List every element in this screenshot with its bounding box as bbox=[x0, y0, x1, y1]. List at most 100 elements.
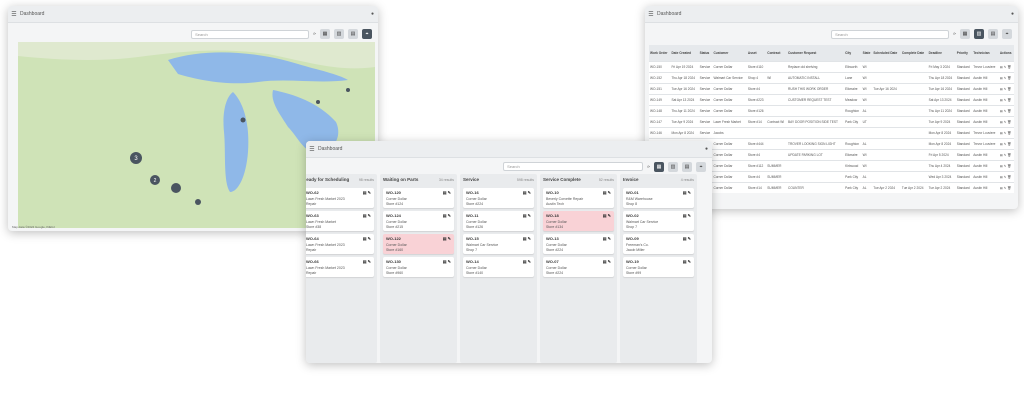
table-row[interactable]: WO-150 Fri Apr 19 2024 Service Corner Dolla… bbox=[649, 61, 1014, 73]
card-actions-icon[interactable]: ▤ ✎ bbox=[603, 190, 611, 195]
column-header[interactable]: Work Order bbox=[649, 45, 671, 62]
table-row[interactable]: WO-151 Tue Apr 16 2024 Service Corner Dolla… bbox=[649, 83, 1014, 95]
row-actions[interactable]: ▤ ✎ 🗑 bbox=[998, 61, 1014, 73]
column-header[interactable]: Priority bbox=[955, 45, 973, 62]
table-view-button[interactable]: ▦ bbox=[654, 161, 664, 172]
account-icon[interactable]: ● bbox=[705, 146, 708, 152]
card-actions-icon[interactable]: ▤ ✎ bbox=[683, 236, 691, 241]
row-actions[interactable]: ▤ ✎ 🗑 bbox=[998, 127, 1014, 139]
refresh-icon[interactable]: ⟳ bbox=[647, 165, 650, 169]
card-actions-icon[interactable]: ▤ ✎ bbox=[523, 213, 531, 218]
work-order-card[interactable]: WO-63 ▤ ✎ Lawn Fresh Market Store #38 bbox=[306, 211, 374, 231]
map-cluster[interactable]: 3 bbox=[130, 152, 142, 164]
card-actions-icon[interactable]: ▤ ✎ bbox=[683, 213, 691, 218]
card-actions-icon[interactable]: ▤ ✎ bbox=[443, 190, 451, 195]
column-header[interactable]: Technician bbox=[972, 45, 999, 62]
row-actions[interactable]: ▤ ✎ 🗑 bbox=[998, 105, 1014, 117]
refresh-icon[interactable]: ⟳ bbox=[953, 32, 956, 36]
column-header[interactable]: Customer Request bbox=[787, 45, 845, 62]
kanban-view-button[interactable]: ▥ bbox=[974, 29, 984, 39]
calendar-view-button[interactable]: ▤ bbox=[348, 29, 358, 39]
map-view-button[interactable]: ⌖ bbox=[1002, 29, 1012, 39]
work-order-card[interactable]: WO-120 ▤ ✎ Corner Dollar Store #124 bbox=[383, 188, 454, 208]
row-actions[interactable]: ▤ ✎ 🗑 bbox=[998, 83, 1014, 95]
map-pin[interactable] bbox=[316, 100, 320, 104]
column-header[interactable]: Status bbox=[698, 45, 713, 62]
column-header[interactable]: Deadline bbox=[927, 45, 956, 62]
row-actions[interactable]: ▤ ✎ 🗑 bbox=[998, 138, 1014, 150]
map-pin[interactable] bbox=[171, 183, 181, 193]
row-actions[interactable]: ▤ ✎ 🗑 bbox=[998, 94, 1014, 106]
card-actions-icon[interactable]: ▤ ✎ bbox=[523, 259, 531, 264]
card-actions-icon[interactable]: ▤ ✎ bbox=[443, 259, 451, 264]
card-actions-icon[interactable]: ▤ ✎ bbox=[603, 213, 611, 218]
map-view-button[interactable]: ⌖ bbox=[696, 161, 706, 172]
work-order-card[interactable]: WO-62 ▤ ✎ Lawn Fresh Market 2023 Repair bbox=[306, 188, 374, 208]
card-actions-icon[interactable]: ▤ ✎ bbox=[603, 259, 611, 264]
card-actions-icon[interactable]: ▤ ✎ bbox=[523, 190, 531, 195]
column-header[interactable]: Actions bbox=[998, 45, 1014, 62]
card-actions-icon[interactable]: ▤ ✎ bbox=[443, 213, 451, 218]
column-header[interactable]: City bbox=[844, 45, 862, 62]
map-view-button[interactable]: ⌖ bbox=[362, 29, 372, 39]
menu-icon[interactable]: ☰ bbox=[306, 146, 318, 153]
search-input[interactable]: Search bbox=[191, 29, 310, 39]
map-pin[interactable] bbox=[195, 199, 201, 205]
menu-icon[interactable]: ☰ bbox=[8, 11, 20, 18]
map-pin[interactable] bbox=[240, 117, 246, 123]
work-order-card[interactable]: WO-66 ▤ ✎ Lawn Fresh Market 2023 Repair bbox=[306, 257, 374, 277]
work-order-card[interactable]: WO-16 ▤ ✎ Corner Dollar Store #224 bbox=[463, 188, 534, 208]
row-actions[interactable]: ▤ ✎ 🗑 bbox=[998, 116, 1014, 128]
work-order-card[interactable]: WO-64 ▤ ✎ Lawn Fresh Market 2023 Repair bbox=[306, 234, 374, 254]
row-actions[interactable]: ▤ ✎ 🗑 bbox=[998, 182, 1014, 193]
work-order-card[interactable]: WO-13 ▤ ✎ Corner Dollar Store #224 bbox=[543, 234, 614, 254]
work-order-card[interactable]: WO-11 ▤ ✎ Corner Dollar Store #126 bbox=[463, 211, 534, 231]
row-actions[interactable]: ▤ ✎ 🗑 bbox=[998, 72, 1014, 84]
work-order-card[interactable]: WO-122 ▤ ✎ Corner Dollar Store #160 bbox=[383, 234, 454, 254]
work-order-card[interactable]: WO-09 ▤ ✎ Freeman's Co. Jacob Miller bbox=[623, 234, 694, 254]
column-header[interactable]: Scheduled Date bbox=[872, 45, 901, 62]
calendar-view-button[interactable]: ▤ bbox=[988, 29, 998, 39]
card-actions-icon[interactable]: ▤ ✎ bbox=[603, 236, 611, 241]
card-actions-icon[interactable]: ▤ ✎ bbox=[443, 236, 451, 241]
card-actions-icon[interactable]: ▤ ✎ bbox=[363, 259, 371, 264]
work-order-card[interactable]: WO-01 ▤ ✎ R&M Warehouse Shop 8 bbox=[623, 188, 694, 208]
card-actions-icon[interactable]: ▤ ✎ bbox=[363, 190, 371, 195]
column-header[interactable]: Contract bbox=[766, 45, 788, 62]
card-actions-icon[interactable]: ▤ ✎ bbox=[683, 190, 691, 195]
table-view-button[interactable]: ▦ bbox=[960, 29, 970, 39]
row-actions[interactable]: ▤ ✎ 🗑 bbox=[998, 171, 1014, 183]
table-view-button[interactable]: ▦ bbox=[320, 29, 330, 39]
card-actions-icon[interactable]: ▤ ✎ bbox=[683, 259, 691, 264]
table-row[interactable]: WO-146 Mon Apr 8 2024 Service Jacobs Mon Apr… bbox=[649, 127, 1014, 139]
work-order-card[interactable]: WO-10 ▤ ✎ Beverly Corvette Repair Austin Te… bbox=[543, 188, 614, 208]
search-input[interactable]: Search bbox=[503, 162, 644, 171]
work-order-card[interactable]: WO-18 ▤ ✎ Corner Dollar Store #134 bbox=[543, 211, 614, 231]
account-icon[interactable]: ● bbox=[1011, 11, 1014, 17]
kanban-view-button[interactable]: ▥ bbox=[668, 161, 678, 172]
map-pin[interactable] bbox=[346, 88, 350, 92]
work-order-card[interactable]: WO-130 ▤ ✎ Corner Dollar Store #960 bbox=[383, 257, 454, 277]
calendar-view-button[interactable]: ▤ bbox=[682, 161, 692, 172]
card-actions-icon[interactable]: ▤ ✎ bbox=[363, 213, 371, 218]
map-cluster[interactable]: 2 bbox=[150, 175, 160, 185]
table-row[interactable]: WO-147 Tue Apr 9 2024 Service Lawn Fresh Ma… bbox=[649, 116, 1014, 128]
row-actions[interactable]: ▤ ✎ 🗑 bbox=[998, 149, 1014, 161]
card-actions-icon[interactable]: ▤ ✎ bbox=[523, 236, 531, 241]
kanban-view-button[interactable]: ▥ bbox=[334, 29, 344, 39]
table-row[interactable]: WO-148 Thu Apr 11 2024 Service Corner Dolla… bbox=[649, 105, 1014, 117]
row-actions[interactable]: ▤ ✎ 🗑 bbox=[998, 160, 1014, 172]
column-header[interactable]: Customer bbox=[712, 45, 747, 62]
refresh-icon[interactable]: ⟳ bbox=[313, 32, 316, 36]
column-header[interactable]: Date Created bbox=[670, 45, 699, 62]
column-header[interactable]: Asset bbox=[746, 45, 767, 62]
column-header[interactable]: Complete Date bbox=[900, 45, 928, 62]
card-actions-icon[interactable]: ▤ ✎ bbox=[363, 236, 371, 241]
work-order-card[interactable]: WO-15 ▤ ✎ Walmart Car Service Shop 7 bbox=[463, 234, 534, 254]
column-header[interactable]: State bbox=[861, 45, 873, 62]
work-order-card[interactable]: WO-19 ▤ ✎ Corner Dollar Store #99 bbox=[623, 257, 694, 277]
work-order-card[interactable]: WO-124 ▤ ✎ Corner Dollar Store #215 bbox=[383, 211, 454, 231]
search-input[interactable]: Search bbox=[831, 29, 950, 39]
menu-icon[interactable]: ☰ bbox=[645, 11, 657, 18]
work-order-card[interactable]: WO-14 ▤ ✎ Corner Dollar Store #140 bbox=[463, 257, 534, 277]
